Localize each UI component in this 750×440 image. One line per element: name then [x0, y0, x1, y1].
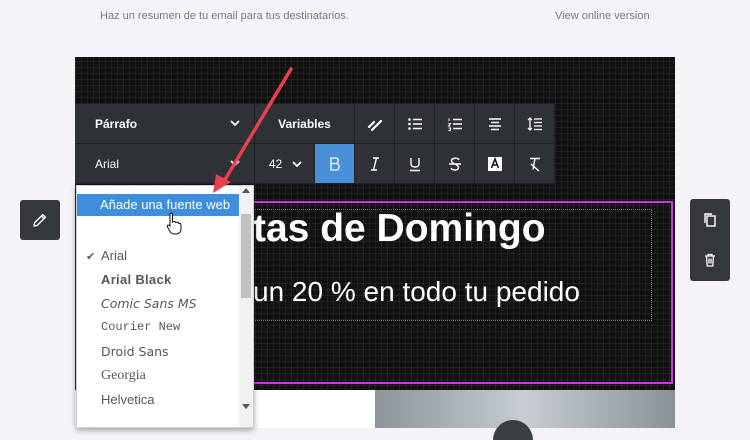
underline-button[interactable] — [395, 144, 435, 184]
numbered-list-button[interactable] — [435, 104, 475, 144]
edit-icon — [33, 213, 47, 227]
font-option-helvetica[interactable]: Helvetica — [101, 392, 154, 407]
bold-icon — [329, 156, 340, 171]
hand-cursor-icon — [166, 212, 182, 235]
scroll-up-icon[interactable] — [242, 188, 250, 193]
text-color-button[interactable] — [475, 144, 515, 184]
variables-label: Variables — [278, 116, 331, 131]
line-height-button[interactable] — [515, 104, 555, 144]
variables-button[interactable]: Variables — [255, 104, 355, 144]
duplicate-icon — [704, 213, 716, 227]
font-list-scrollbar[interactable] — [239, 186, 253, 427]
italic-icon — [370, 156, 379, 171]
font-size-dropdown[interactable]: 42 — [255, 144, 315, 184]
scroll-down-icon[interactable] — [242, 404, 250, 409]
italic-button[interactable] — [355, 144, 395, 184]
delete-button[interactable] — [690, 240, 730, 280]
bold-button[interactable] — [315, 144, 355, 184]
block-format-dropdown[interactable]: Párrafo — [75, 104, 255, 144]
subline-text[interactable]: un 20 % en todo tu pedido — [253, 276, 580, 308]
chevron-down-icon — [292, 161, 302, 168]
duplicate-button[interactable] — [690, 200, 730, 240]
font-option-arial-black[interactable]: Arial Black — [101, 272, 172, 287]
summary-placeholder[interactable]: Haz un resumen de tu email para tus dest… — [100, 10, 349, 22]
headline-text[interactable]: tas de Domingo — [253, 207, 546, 251]
email-bottom-right-image — [375, 390, 675, 440]
bulleted-list-button[interactable] — [395, 104, 435, 144]
font-option-droid-sans[interactable]: Droid Sans — [101, 344, 169, 359]
font-size-value: 42 — [268, 156, 283, 171]
strikethrough-icon — [448, 157, 461, 171]
text-color-icon — [487, 156, 502, 171]
link-icon — [367, 119, 382, 131]
font-option-georgia[interactable]: Georgia — [101, 368, 146, 384]
font-option-arial[interactable]: Arial — [101, 248, 127, 263]
edit-button[interactable] — [20, 200, 60, 240]
text-format-toolbar: Párrafo Variables Arial 42 — [75, 104, 555, 184]
block-format-label: Párrafo — [95, 116, 138, 131]
font-family-value: Arial — [95, 156, 120, 171]
clear-format-button[interactable] — [515, 144, 555, 184]
view-online-link[interactable]: View online version — [555, 10, 650, 22]
align-center-button[interactable] — [475, 104, 515, 144]
font-option-courier-new[interactable]: Courier New — [101, 320, 180, 334]
strikethrough-button[interactable] — [435, 144, 475, 184]
delete-icon — [705, 253, 715, 267]
font-family-dropdown[interactable]: Arial — [75, 144, 255, 184]
underline-icon — [409, 157, 420, 171]
add-web-font-option[interactable]: Añade una fuente web — [77, 194, 239, 216]
bulleted-list-icon — [407, 117, 422, 130]
block-actions-panel — [690, 199, 730, 281]
clear-format-icon — [529, 157, 540, 172]
link-button[interactable] — [355, 104, 395, 144]
check-icon: ✔ — [86, 251, 96, 263]
chevron-down-icon — [230, 120, 240, 127]
font-family-list: Añade una fuente web ✔ Arial Arial Black… — [76, 185, 254, 428]
line-height-icon — [527, 116, 542, 131]
numbered-list-icon — [446, 118, 462, 131]
scrollbar-thumb[interactable] — [241, 214, 251, 298]
font-option-comic-sans[interactable]: Comic Sans MS — [101, 296, 197, 311]
email-preheader-bar: Haz un resumen de tu email para tus dest… — [0, 0, 750, 32]
chevron-down-icon — [230, 160, 240, 167]
align-center-icon — [488, 117, 501, 130]
